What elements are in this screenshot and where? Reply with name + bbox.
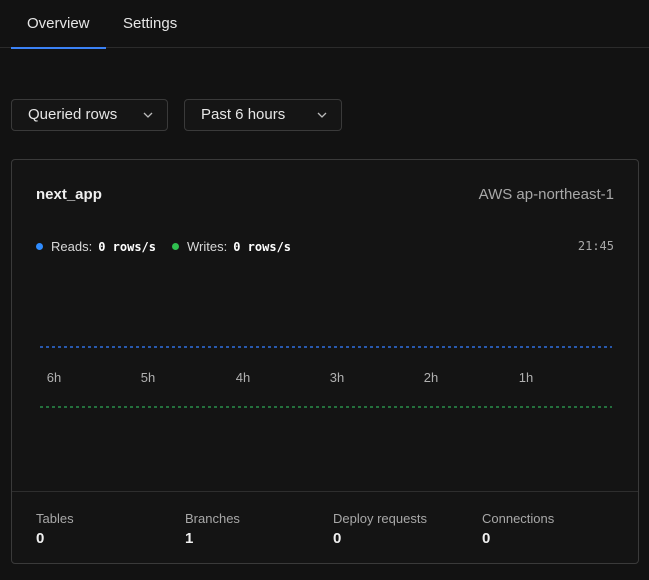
stat-value: 0 (482, 530, 491, 547)
chevron-down-icon (317, 112, 327, 118)
rows-chart: 6h 5h 4h 3h 2h 1h (40, 346, 612, 408)
x-tick-label: 4h (236, 370, 250, 385)
stat-connections: Connections 0 (482, 511, 554, 547)
metric-dropdown[interactable]: Queried rows (11, 99, 168, 131)
tab-settings[interactable]: Settings (123, 0, 177, 48)
x-tick-label: 2h (424, 370, 438, 385)
stat-label: Deploy requests (333, 511, 427, 526)
stats-bar: Tables 0 Branches 1 Deploy requests 0 Co… (12, 491, 638, 563)
chevron-down-icon (143, 112, 153, 118)
stat-tables: Tables 0 (36, 511, 74, 547)
tab-overview[interactable]: Overview (11, 0, 105, 49)
stat-value: 0 (333, 530, 342, 547)
stat-label: Tables (36, 511, 74, 526)
time-range-dropdown-label: Past 6 hours (201, 106, 286, 123)
x-tick-label: 5h (141, 370, 155, 385)
stat-label: Connections (482, 511, 555, 526)
stat-label: Branches (185, 511, 240, 526)
x-tick-label: 1h (519, 370, 533, 385)
database-card: next_app AWS ap-northeast-1 Reads: 0 row… (11, 159, 639, 564)
stat-value: 1 (185, 530, 194, 547)
stat-deploy-requests: Deploy requests 0 (333, 511, 427, 547)
time-range-dropdown[interactable]: Past 6 hours (184, 99, 342, 131)
tab-bar: Overview Settings (0, 0, 649, 49)
stat-branches: Branches 1 (185, 511, 240, 547)
metric-dropdown-label: Queried rows (28, 106, 118, 123)
x-tick-label: 6h (47, 370, 61, 385)
x-tick-label: 3h (330, 370, 344, 385)
stat-value: 0 (36, 530, 45, 547)
